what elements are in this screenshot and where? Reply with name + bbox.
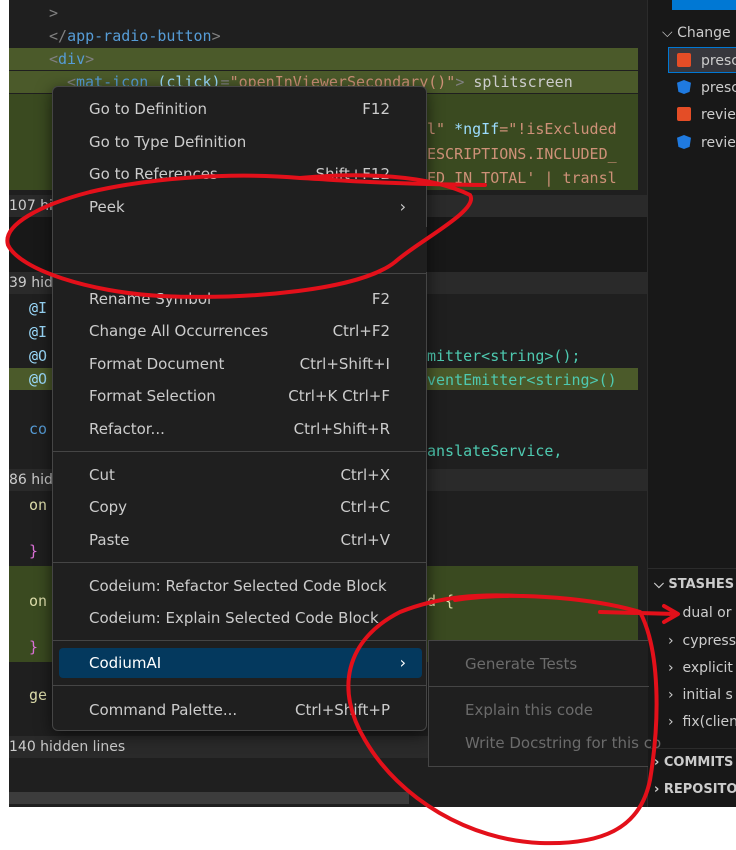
menu-separator (429, 686, 649, 687)
chevron-right-icon: › (668, 633, 683, 649)
codiumai-submenu: Generate Tests Explain this code Write D… (428, 640, 661, 767)
menu-item-codiumai[interactable]: CodiumAI › (59, 648, 422, 678)
code-line: d { (427, 592, 455, 610)
code-line: ED_IN_TOTAL' | transl (427, 169, 617, 187)
code-line: anslateService, (427, 442, 563, 460)
divider (648, 748, 736, 749)
html-file-icon (677, 53, 691, 67)
changed-file[interactable]: prescr (668, 47, 736, 73)
code-line: > (49, 4, 59, 22)
stash-item[interactable]: › dual or (668, 600, 732, 627)
code-line: mitter<string>(); (427, 347, 581, 365)
menu-item-cut[interactable]: Cut Ctrl+X (59, 460, 422, 490)
changed-file[interactable]: prescr (677, 75, 736, 101)
stashes-header[interactable]: ⌵ STASHES ( (654, 574, 736, 596)
code-line: ESCRIPTIONS.INCLUDED_ (427, 145, 617, 163)
menu-item-refactor[interactable]: Refactor... Ctrl+Shift+R (59, 414, 422, 444)
code-token: @O (29, 370, 48, 388)
menu-item-format-document[interactable]: Format Document Ctrl+Shift+I (59, 349, 422, 379)
code-line: ventEmitter<string>() (427, 371, 617, 389)
submenu-item-generate-tests[interactable]: Generate Tests (465, 650, 577, 678)
code-token: @I (29, 299, 48, 317)
chevron-right-icon: › (654, 755, 664, 770)
menu-separator (53, 640, 426, 641)
menu-item-codeium-refactor[interactable]: Codeium: Refactor Selected Code Block (59, 571, 422, 601)
code-line: <div> (9, 48, 638, 70)
stash-item[interactable]: › cypress (668, 628, 736, 655)
code-token: } (29, 638, 39, 656)
angular-file-icon (677, 80, 691, 94)
code-token: } (29, 542, 39, 560)
code-token: @I (29, 323, 48, 341)
repositories-header[interactable]: › REPOSITO (654, 779, 736, 801)
menu-item-go-to-definition[interactable]: Go to Definition F12 (59, 94, 422, 124)
chevron-right-icon: › (668, 660, 683, 676)
horizontal-scrollbar[interactable] (9, 792, 409, 804)
code-token: on (29, 592, 48, 610)
stash-item[interactable]: › explicit (668, 655, 733, 682)
code-token: co (29, 420, 48, 438)
submenu-item-explain-code[interactable]: Explain this code (465, 696, 593, 724)
menu-item-codeium-explain[interactable]: Codeium: Explain Selected Code Block (59, 603, 422, 633)
code-token: @O (29, 347, 48, 365)
code-token: on (29, 496, 48, 514)
menu-item-rename-symbol[interactable]: Rename Symbol F2 (59, 284, 422, 314)
menu-separator (53, 562, 426, 563)
stash-item[interactable]: › fix(clien (668, 709, 736, 736)
menu-item-copy[interactable]: Copy Ctrl+C (59, 492, 422, 522)
menu-item-peek[interactable]: Peek › (59, 192, 422, 222)
chevron-right-icon: › (668, 605, 683, 621)
menu-separator (53, 451, 426, 452)
menu-separator (53, 685, 426, 686)
menu-item-command-palette[interactable]: Command Palette... Ctrl+Shift+P (59, 695, 422, 725)
divider (648, 568, 736, 569)
hidden-lines-band[interactable]: 140 hidden lines (9, 736, 429, 758)
code-token: ge (29, 686, 48, 704)
menu-item-format-selection[interactable]: Format Selection Ctrl+K Ctrl+F (59, 381, 422, 411)
changes-header[interactable]: ⌵ Change (662, 20, 731, 46)
menu-item-change-all-occurrences[interactable]: Change All Occurrences Ctrl+F2 (59, 316, 422, 346)
chevron-right-icon: › (399, 197, 406, 216)
submenu-item-write-docstring[interactable]: Write Docstring for this co (465, 729, 661, 757)
commits-header[interactable]: › COMMITS (654, 752, 733, 774)
menu-item-go-to-references[interactable]: Go to References Shift+F12 (59, 159, 422, 189)
context-menu: Go to Definition F12 Go to Type Definitio… (52, 86, 427, 731)
chevron-right-icon: › (668, 714, 683, 730)
menu-item-paste[interactable]: Paste Ctrl+V (59, 525, 422, 555)
angular-file-icon (677, 135, 691, 149)
chevron-right-icon: › (399, 653, 406, 672)
chevron-down-icon: ⌵ (654, 577, 669, 592)
source-control-panel: ⌵ Change prescr prescr review review ⌵ S… (647, 0, 736, 807)
chevron-down-icon: ⌵ (662, 25, 678, 41)
menu-separator (53, 273, 426, 274)
code-line: l" *ngIf="!isExcluded (427, 120, 617, 138)
chevron-right-icon: › (654, 782, 664, 797)
changed-file[interactable]: review (677, 102, 736, 128)
changed-file[interactable]: review (677, 130, 736, 156)
menu-blank (54, 227, 427, 272)
menu-item-go-to-type-definition[interactable]: Go to Type Definition (59, 127, 422, 157)
chevron-right-icon: › (668, 687, 683, 703)
commit-button[interactable] (672, 0, 736, 10)
stash-item[interactable]: › initial s (668, 682, 733, 709)
html-file-icon (677, 107, 691, 121)
code-line: </app-radio-button> (49, 27, 221, 45)
